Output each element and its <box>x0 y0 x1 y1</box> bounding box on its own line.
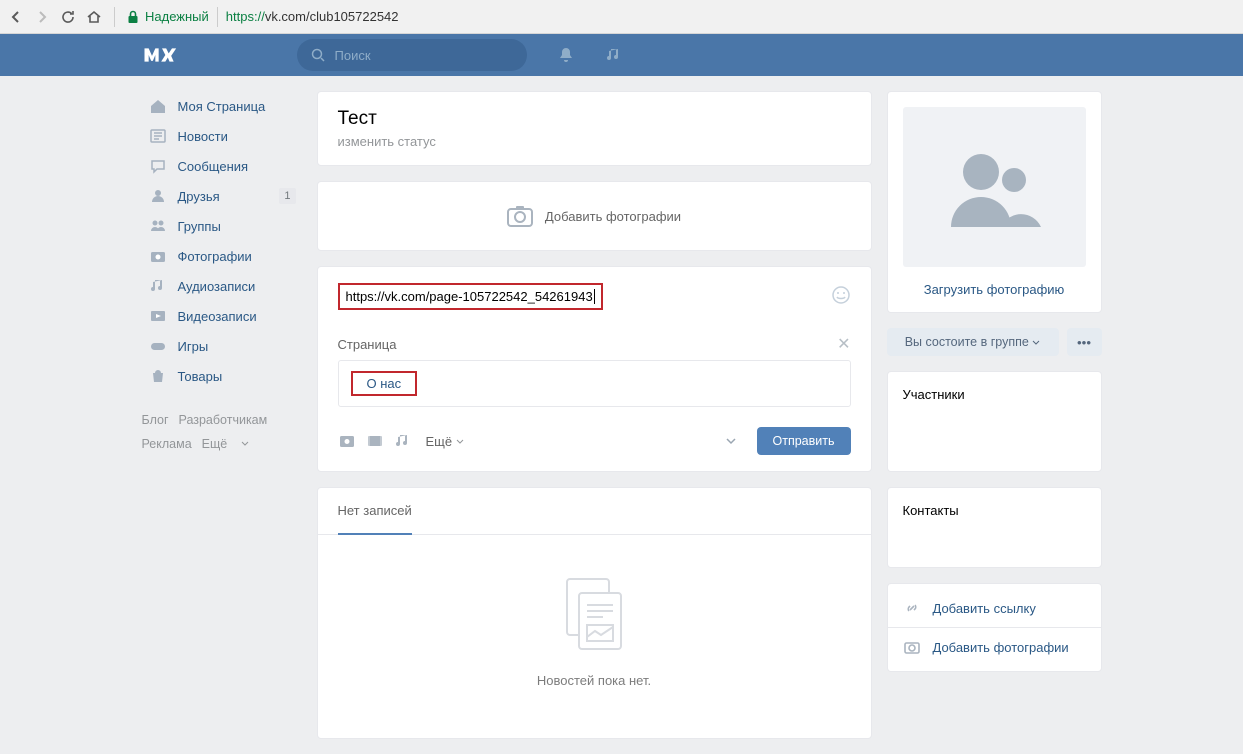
feed-box: Нет записей Новостей пока нет. <box>317 487 872 739</box>
side-label: Добавить фотографии <box>933 640 1069 655</box>
lock-icon <box>127 10 139 24</box>
nav-friends[interactable]: Друзья 1 <box>142 181 302 211</box>
nav-label: Аудиозаписи <box>178 279 256 294</box>
add-photos-label: Добавить фотографии <box>545 209 681 224</box>
chat-icon <box>148 156 168 176</box>
nav-label: Видеозаписи <box>178 309 257 324</box>
camera-icon <box>507 205 533 227</box>
forward-icon[interactable] <box>34 9 50 25</box>
send-button[interactable]: Отправить <box>757 427 851 455</box>
browser-chrome: Надежный https://vk.com/club105722542 <box>0 0 1243 34</box>
attachment-card[interactable]: О нас <box>338 360 851 407</box>
nav-market[interactable]: Товары <box>142 361 302 391</box>
nav-label: Моя Страница <box>178 99 266 114</box>
home-icon[interactable] <box>86 9 102 25</box>
attach-audio-icon[interactable] <box>394 432 412 450</box>
bag-icon <box>148 366 168 386</box>
vk-logo[interactable] <box>142 45 177 65</box>
post-options-icon[interactable] <box>725 435 737 447</box>
user-icon <box>148 186 168 206</box>
search-input[interactable] <box>333 47 513 64</box>
address-bar[interactable]: Надежный https://vk.com/club105722542 <box>127 7 1235 27</box>
tab-empty[interactable]: Нет записей <box>338 488 412 535</box>
more-actions-button[interactable]: ••• <box>1067 328 1102 356</box>
group-title: Тест <box>338 108 851 130</box>
nav-label: Фотографии <box>178 249 252 264</box>
nav-messages[interactable]: Сообщения <box>142 151 302 181</box>
membership-button[interactable]: Вы состоите в группе <box>887 328 1059 356</box>
side-actions-card: Добавить ссылку Добавить фотографии <box>887 583 1102 672</box>
link-more[interactable]: Ещё <box>202 437 249 451</box>
link-dev[interactable]: Разработчикам <box>179 413 268 427</box>
home-icon <box>148 96 168 116</box>
games-icon <box>148 336 168 356</box>
group-header-box: Тест изменить статус <box>317 91 872 166</box>
remove-attach-icon[interactable]: ✕ <box>837 334 850 354</box>
nav-groups[interactable]: Группы <box>142 211 302 241</box>
change-status[interactable]: изменить статус <box>338 134 851 149</box>
post-input[interactable]: https://vk.com/page-105722542_54261943 <box>338 283 851 310</box>
reload-icon[interactable] <box>60 9 76 25</box>
video-icon <box>148 306 168 326</box>
participants-card: Участники <box>887 371 1102 472</box>
section-title: Участники <box>903 387 1086 402</box>
nav-photos[interactable]: Фотографии <box>142 241 302 271</box>
attach-kind: Страница <box>338 337 397 352</box>
side-label: Добавить ссылку <box>933 601 1036 616</box>
nav-label: Группы <box>178 219 221 234</box>
nav-label: Сообщения <box>178 159 249 174</box>
link-blog[interactable]: Блог <box>142 413 169 427</box>
nav-video[interactable]: Видеозаписи <box>142 301 302 331</box>
footer-links: Блог Разработчикам Реклама Ещё <box>142 409 302 457</box>
search-box[interactable] <box>297 39 527 71</box>
search-icon <box>311 48 325 62</box>
nav-news[interactable]: Новости <box>142 121 302 151</box>
audio-icon <box>148 276 168 296</box>
camera-icon <box>903 638 921 656</box>
music-icon[interactable] <box>605 46 623 64</box>
header <box>0 34 1243 76</box>
url-rest: vk.com/club105722542 <box>265 9 399 24</box>
secure-label: Надежный <box>145 9 209 24</box>
back-icon[interactable] <box>8 9 24 25</box>
highlight-attach-title: О нас <box>351 371 418 396</box>
nav-label: Товары <box>178 369 223 384</box>
camera-icon <box>148 246 168 266</box>
bell-icon[interactable] <box>557 46 575 64</box>
attach-video-icon[interactable] <box>366 432 384 450</box>
attach-more[interactable]: Ещё <box>426 434 464 449</box>
left-nav: Моя Страница Новости Сообщения Друзья 1 Г… <box>142 91 302 457</box>
empty-docs-icon <box>559 575 629 655</box>
nav-audio[interactable]: Аудиозаписи <box>142 271 302 301</box>
nav-label: Игры <box>178 339 209 354</box>
cover-card: Загрузить фотографию <box>887 91 1102 313</box>
nav-games[interactable]: Игры <box>142 331 302 361</box>
news-icon <box>148 126 168 146</box>
avatar-placeholder <box>903 107 1086 267</box>
nav-label: Друзья <box>178 189 220 204</box>
add-photos-link[interactable]: Добавить фотографии <box>903 628 1086 666</box>
group-icon <box>148 216 168 236</box>
section-title: Контакты <box>903 503 1086 518</box>
add-photos-bar[interactable]: Добавить фотографии <box>317 181 872 251</box>
link-icon <box>903 599 921 617</box>
attach-photo-icon[interactable] <box>338 432 356 450</box>
link-ads[interactable]: Реклама <box>142 437 192 451</box>
contacts-card: Контакты <box>887 487 1102 568</box>
add-link[interactable]: Добавить ссылку <box>903 589 1086 627</box>
upload-photo-link[interactable]: Загрузить фотографию <box>903 282 1086 297</box>
url-scheme: https:// <box>226 9 265 24</box>
highlight-post-url: https://vk.com/page-105722542_54261943 <box>338 283 603 310</box>
post-composer: https://vk.com/page-105722542_54261943 С… <box>317 266 872 472</box>
nav-label: Новости <box>178 129 228 144</box>
emoji-icon[interactable] <box>831 285 851 305</box>
empty-text: Новостей пока нет. <box>318 673 871 688</box>
nav-badge: 1 <box>279 188 295 204</box>
nav-my-page[interactable]: Моя Страница <box>142 91 302 121</box>
